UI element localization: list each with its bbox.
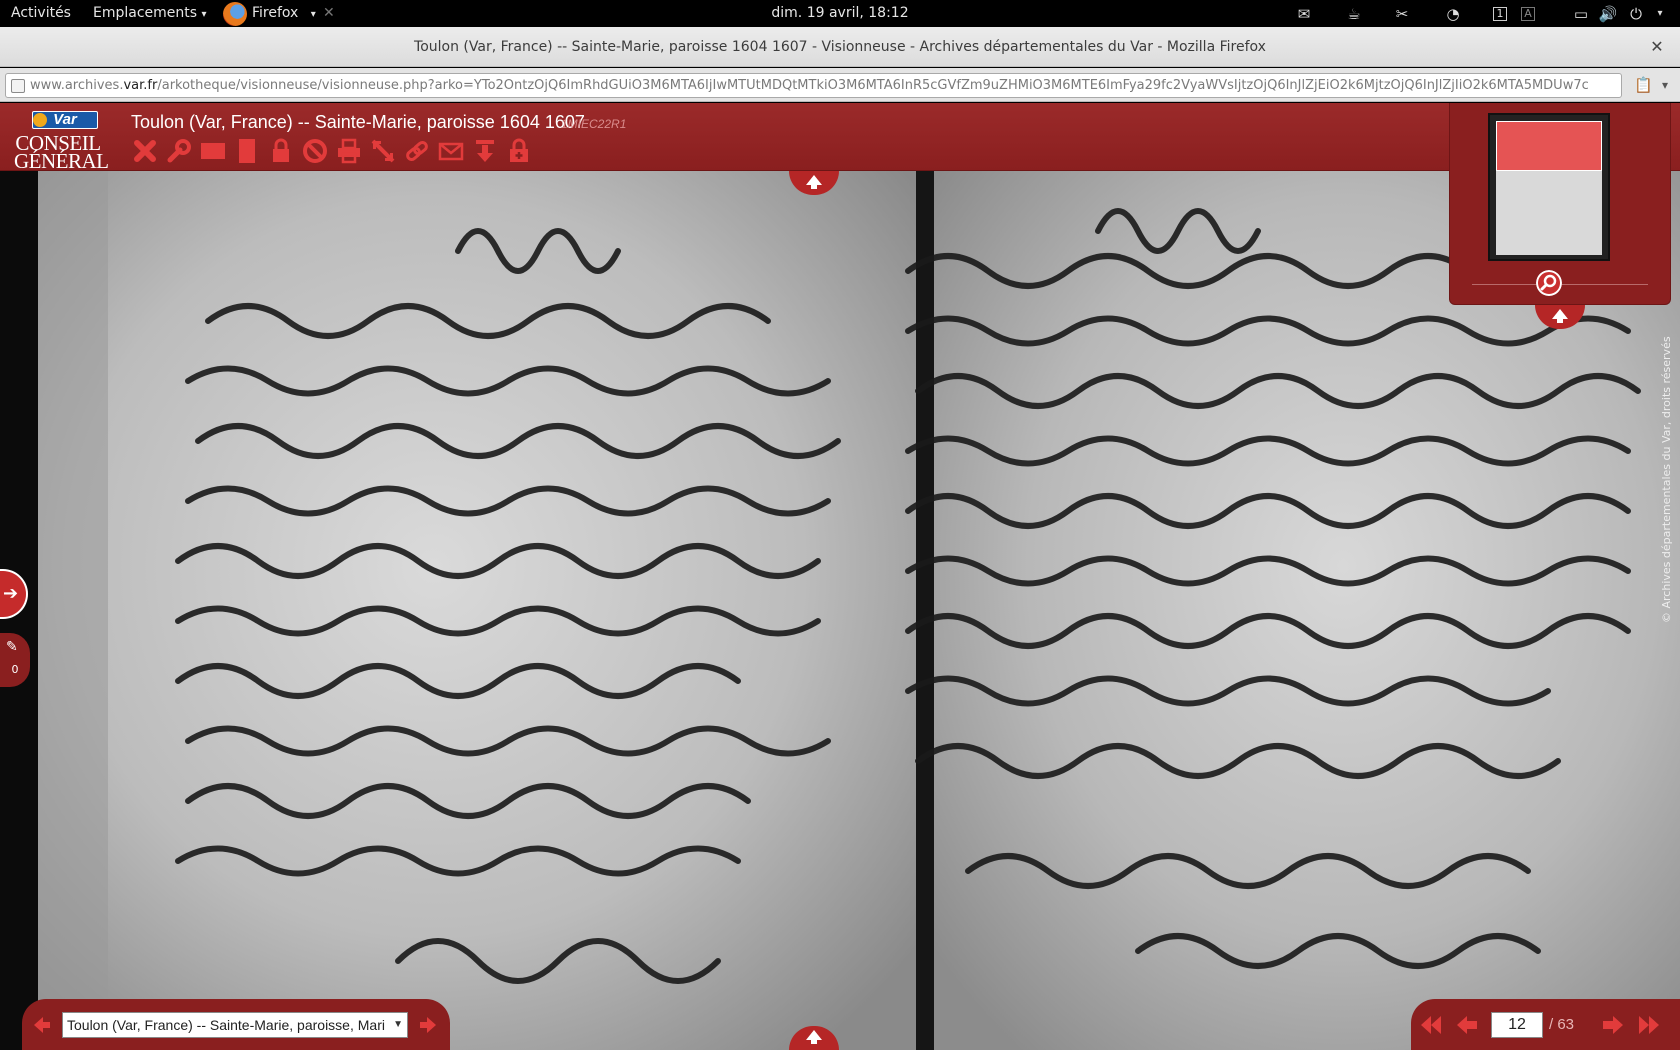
manuscript-scan — [38, 171, 1680, 1050]
clipboard-icon[interactable]: 📋 — [1634, 75, 1653, 95]
document-viewer: Var CONSEIL GÉNÉRAL Toulon (Var, France)… — [0, 103, 1680, 1050]
mail-icon[interactable] — [437, 137, 465, 165]
navigator-panel — [1449, 103, 1671, 305]
window-title: Toulon (Var, France) -- Sainte-Marie, pa… — [414, 39, 1266, 55]
lock-plus-icon[interactable] — [505, 137, 533, 165]
link-icon[interactable] — [403, 137, 431, 165]
lock-icon[interactable] — [267, 137, 295, 165]
annotations-button[interactable]: ✎ 0 — [0, 633, 30, 687]
chevron-down-icon: ▾ — [310, 9, 316, 20]
coffee-icon[interactable]: ☕ — [1344, 4, 1364, 24]
url-domain: var.fr — [123, 78, 158, 93]
volume-navigation-bar: Toulon (Var, France) -- Sainte-Marie, pa… — [22, 999, 450, 1050]
keyboard-a-icon[interactable]: A — [1521, 7, 1535, 21]
first-page-icon[interactable] — [1419, 1014, 1443, 1036]
app-menu-label: Firefox — [252, 5, 299, 21]
navigation-bar: www.archives.var.fr/arkotheque/visionneu… — [0, 68, 1680, 102]
close-icon[interactable] — [131, 137, 159, 165]
wrench-icon[interactable] — [165, 137, 193, 165]
document-title: Toulon (Var, France) -- Sainte-Marie, pa… — [131, 112, 585, 132]
zoom-search-icon[interactable] — [1536, 270, 1562, 296]
window-icon[interactable]: ▭ — [1571, 4, 1591, 24]
mail-icon[interactable]: ✉ — [1294, 4, 1314, 24]
clock-icon[interactable]: ◔ — [1443, 4, 1463, 24]
chevron-down-icon: ▼ — [393, 1019, 403, 1030]
copyright-notice: © Archives départementales du Var, droit… — [1660, 336, 1673, 623]
scissors-icon[interactable]: ✂ — [1392, 4, 1412, 24]
chevron-down-icon[interactable]: ▾ — [1656, 75, 1674, 95]
close-app-icon[interactable]: ✕ — [323, 0, 335, 27]
pen-icon: ✎ — [6, 639, 18, 655]
activities-button[interactable]: Activités — [11, 0, 71, 27]
volume-select-value: Toulon (Var, France) -- Sainte-Marie, pa… — [67, 1017, 385, 1033]
sun-icon — [33, 113, 47, 127]
rectangle-horizontal-icon[interactable] — [199, 137, 227, 165]
open-side-panel-button[interactable]: ➔ — [0, 569, 28, 619]
page-thumbnail[interactable] — [1488, 113, 1610, 261]
power-icon[interactable]: ⏻ — [1626, 4, 1646, 24]
url-path: /arkotheque/visionneuse/visionneuse.php?… — [157, 78, 1589, 93]
url-prefix: www.archives. — [30, 78, 124, 93]
firefox-logo-icon — [223, 2, 247, 26]
gnome-top-bar: Activités Emplacements ▾ Firefox ▾ ✕ dim… — [0, 0, 1680, 27]
conseil-general-var-logo: Var CONSEIL GÉNÉRAL — [14, 111, 109, 172]
thumbnail-viewport-selection[interactable] — [1496, 121, 1602, 171]
site-identity-icon[interactable] — [11, 79, 25, 93]
page-number-input[interactable]: 12 — [1491, 1012, 1543, 1038]
logo-line-2: GÉNÉRAL — [14, 149, 109, 173]
url-bar[interactable]: www.archives.var.fr/arkotheque/visionneu… — [5, 73, 1622, 98]
next-page-icon[interactable] — [1601, 1014, 1625, 1036]
annotations-count: 0 — [11, 663, 19, 676]
places-label: Emplacements — [93, 5, 198, 21]
app-menu[interactable]: Firefox ▾ — [252, 0, 316, 27]
page-navigation-bar: 12 / 63 — [1411, 999, 1680, 1050]
arrow-right-icon: ➔ — [3, 583, 19, 604]
volume-select[interactable]: Toulon (Var, France) -- Sainte-Marie, pa… — [62, 1012, 408, 1038]
page-total: / 63 — [1549, 1016, 1575, 1033]
document-reference: 1MIEC22R1 — [561, 117, 627, 131]
previous-page-icon[interactable] — [1455, 1014, 1479, 1036]
document-scan-image[interactable] — [38, 171, 1680, 1050]
next-volume-icon[interactable] — [418, 1015, 438, 1035]
forbidden-icon[interactable] — [301, 137, 329, 165]
rectangle-vertical-icon[interactable] — [233, 137, 261, 165]
places-menu[interactable]: Emplacements ▾ — [93, 0, 207, 27]
workspace-1-icon[interactable]: 1 — [1493, 7, 1507, 21]
viewer-header: Var CONSEIL GÉNÉRAL Toulon (Var, France)… — [0, 103, 1680, 172]
resize-icon[interactable] — [369, 137, 397, 165]
volume-icon[interactable]: 🔊 — [1598, 4, 1618, 24]
download-icon[interactable] — [471, 137, 499, 165]
previous-volume-icon[interactable] — [32, 1015, 52, 1035]
chevron-down-icon: ▾ — [201, 9, 207, 20]
print-icon[interactable] — [335, 137, 363, 165]
last-page-icon[interactable] — [1637, 1014, 1661, 1036]
window-title-bar: Toulon (Var, France) -- Sainte-Marie, pa… — [0, 27, 1680, 67]
window-close-button[interactable]: ✕ — [1646, 36, 1668, 58]
chevron-down-icon[interactable]: ▾ — [1650, 4, 1670, 24]
url-text: www.archives.var.fr/arkotheque/visionneu… — [30, 74, 1589, 97]
